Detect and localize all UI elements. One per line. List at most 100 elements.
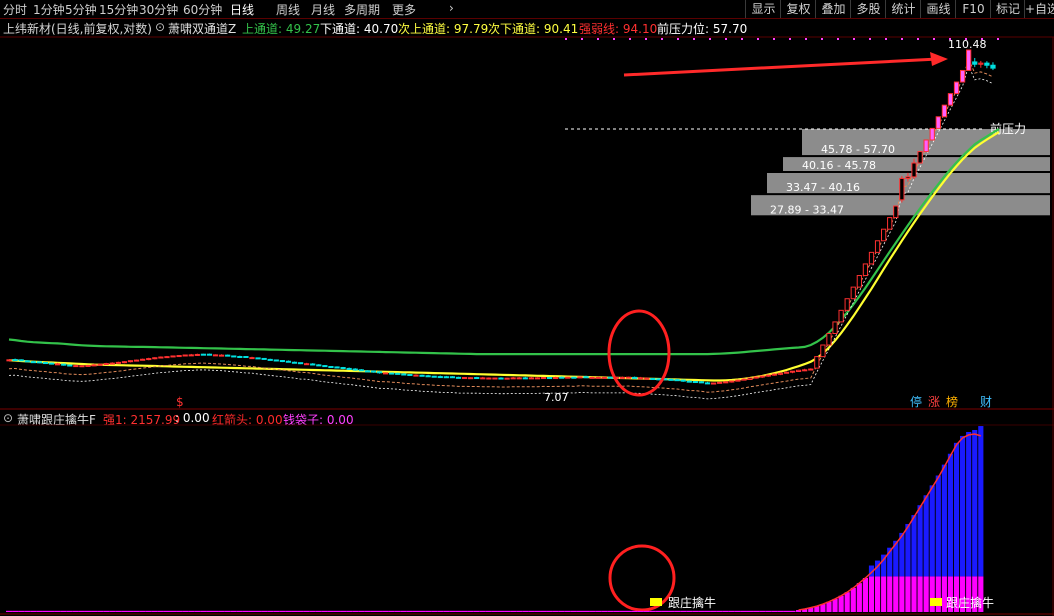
candle-body <box>461 377 468 380</box>
volume-bar-magenta <box>935 576 941 612</box>
volume-bar-magenta <box>868 576 875 612</box>
volume-bar-blue <box>911 515 917 577</box>
volume-baseline <box>406 610 413 612</box>
candle-body <box>638 377 644 380</box>
volume-bar-blue <box>978 426 984 577</box>
volume-baseline <box>297 610 304 612</box>
volume-baseline <box>510 610 517 612</box>
volume-bar-blue <box>935 475 941 577</box>
volume-baseline <box>103 610 110 612</box>
trend-arrow-shaft <box>623 57 939 77</box>
candle-body <box>407 373 413 376</box>
volume-baseline <box>382 610 389 612</box>
candle-body <box>905 176 911 179</box>
candle-body <box>146 358 152 361</box>
candle-body <box>24 360 30 363</box>
top-dot-marker <box>789 38 791 40</box>
candle-body <box>340 367 346 370</box>
volume-baseline <box>91 610 98 612</box>
volume-baseline <box>109 610 116 612</box>
candle-body <box>36 361 43 364</box>
signal-marker-1 <box>650 598 662 606</box>
volume-baseline <box>789 610 796 612</box>
volume-baseline <box>576 610 583 612</box>
volume-baseline <box>661 610 669 612</box>
top-dot-marker <box>677 38 679 40</box>
candle-body <box>504 377 510 380</box>
top-dot-marker <box>821 38 823 40</box>
candle-body <box>729 380 735 383</box>
candle-body <box>91 364 97 367</box>
candle-body <box>443 376 449 379</box>
candle-body <box>874 240 881 253</box>
candle-body <box>844 298 850 311</box>
candle-body <box>893 205 899 219</box>
volume-baseline <box>771 610 778 612</box>
volume-baseline <box>552 610 559 612</box>
candle-body <box>468 377 474 380</box>
volume-baseline <box>273 610 280 612</box>
top-dot-marker <box>917 38 919 40</box>
volume-bar-blue <box>966 431 972 577</box>
volume-bar-magenta <box>874 576 881 612</box>
candle-body <box>498 377 504 380</box>
volume-baseline <box>230 610 237 612</box>
candle-body <box>540 377 547 380</box>
candle-body <box>194 353 200 356</box>
top-dot-marker <box>997 38 999 40</box>
volume-baseline <box>255 610 262 612</box>
volume-baseline <box>224 610 231 612</box>
candle-body <box>218 354 225 357</box>
volume-baseline <box>425 610 432 612</box>
volume-baseline <box>188 610 195 612</box>
volume-baseline <box>479 610 486 612</box>
dashed-channel-upper <box>8 57 994 393</box>
top-dot-marker <box>837 38 839 40</box>
candle-body <box>990 64 996 69</box>
candle-body <box>832 321 838 334</box>
volume-baseline <box>613 610 620 612</box>
candle-body <box>492 377 498 380</box>
candle-body <box>881 228 887 242</box>
low-price-label: 7.07 <box>544 391 569 404</box>
high-price-label: 110.48 <box>948 38 987 51</box>
top-dot-marker <box>805 38 807 40</box>
candle-body <box>115 361 121 364</box>
candle-body <box>765 374 771 377</box>
volume-baseline <box>431 610 438 612</box>
volume-baseline <box>206 610 213 612</box>
candle-body <box>188 354 194 357</box>
volume-baseline <box>169 610 177 612</box>
volume-baseline <box>582 610 590 612</box>
top-dot-marker <box>709 38 711 40</box>
volume-baseline <box>200 610 207 612</box>
candle-body <box>437 376 443 379</box>
pressure-band-label: 33.47 - 40.16 <box>786 181 860 194</box>
stock-chart[interactable]: 45.78 - 57.70 40.16 - 45.78 33.47 - 40.16 2… <box>0 0 1054 616</box>
candle-body <box>480 377 486 380</box>
volume-baseline <box>157 610 164 612</box>
volume-baseline <box>516 610 523 612</box>
candle-body <box>474 377 480 380</box>
volume-baseline <box>48 610 55 612</box>
candle-body <box>668 378 674 381</box>
candle-body <box>376 371 383 374</box>
top-dot-marker <box>901 38 903 40</box>
top-dot-marker <box>581 38 583 40</box>
candle-body <box>565 376 571 379</box>
candle-body <box>650 378 656 381</box>
candle-body <box>698 381 705 384</box>
badge-3: 财 <box>980 395 992 409</box>
volume-bar-magenta <box>911 576 917 612</box>
candle-body <box>607 376 613 379</box>
volume-baseline <box>84 610 92 612</box>
candle-body <box>826 332 832 346</box>
volume-baseline <box>327 610 334 612</box>
volume-baseline <box>24 610 31 612</box>
candle-body <box>382 372 389 375</box>
candle-body <box>759 375 765 378</box>
volume-bar-blue <box>923 495 929 577</box>
volume-bar-blue <box>953 442 960 577</box>
candle-body <box>212 354 219 357</box>
candle-body <box>631 376 638 379</box>
